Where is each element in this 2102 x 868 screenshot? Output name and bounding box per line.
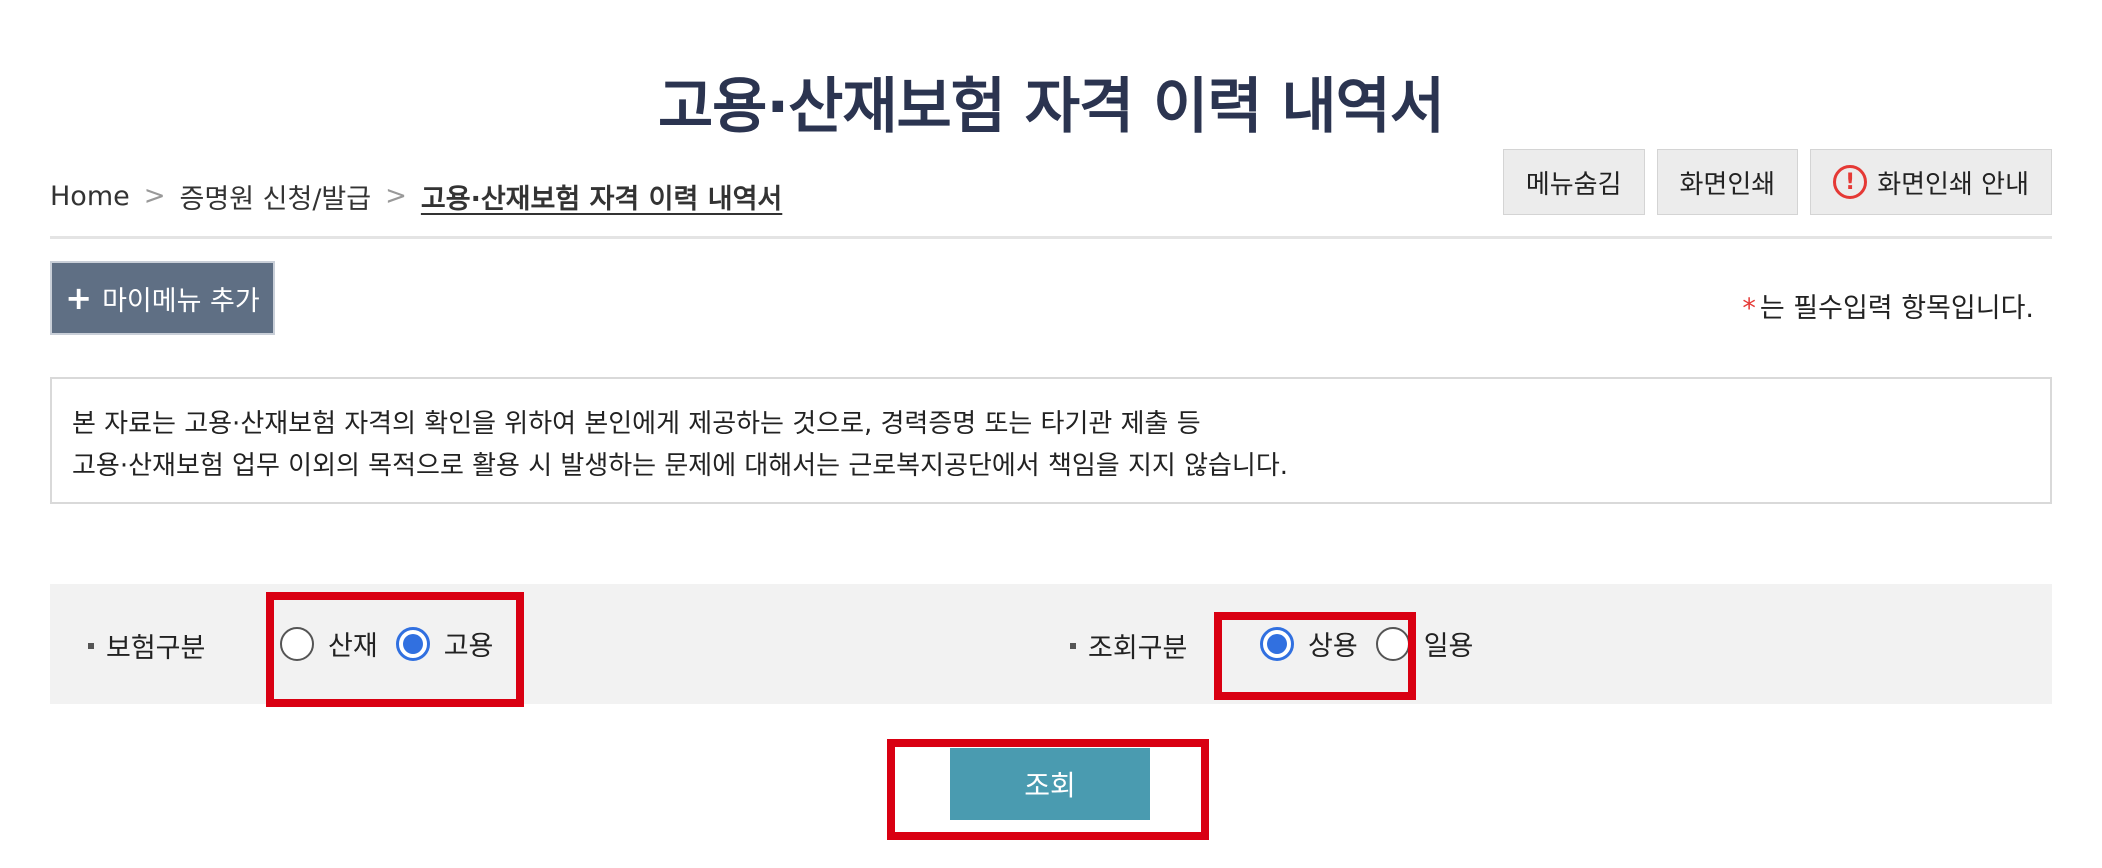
bullet-icon [88, 642, 94, 649]
required-star: * [1742, 293, 1756, 324]
print-screen-button[interactable]: 화면인쇄 [1656, 149, 1799, 215]
search-button[interactable]: 조회 [950, 748, 1150, 820]
insurance-type-label-text: 보험구분 [106, 633, 206, 664]
breadcrumb-current[interactable]: 고용·산재보험 자격 이력 내역서 [421, 177, 782, 216]
required-note-text: 는 필수입력 항목입니다. [1759, 293, 2034, 324]
highlight-box-inquiry-type [1214, 612, 1416, 700]
breadcrumb-home[interactable]: Home [50, 181, 130, 212]
inquiry-type-label: 조회구분 [1070, 626, 1187, 665]
page-title: 고용·산재보험 자격 이력 내역서 [657, 72, 1445, 142]
warning-icon: ! [1833, 165, 1868, 199]
chevron-right-icon: > [385, 181, 407, 211]
print-guide-button[interactable]: ! 화면인쇄 안내 [1810, 149, 2052, 215]
breadcrumb: Home > 증명원 신청/발급 > 고용·산재보험 자격 이력 내역서 [50, 176, 782, 216]
add-my-menu-label: 마이메뉴 추가 [102, 285, 260, 317]
radio-label: 일용 [1423, 631, 1474, 662]
header-divider [50, 236, 2052, 239]
breadcrumb-certificate-issue[interactable]: 증명원 신청/발급 [180, 177, 372, 216]
hide-menu-button[interactable]: 메뉴숨김 [1502, 149, 1645, 215]
highlight-box-insurance-type [266, 592, 524, 707]
plus-icon: + [65, 279, 93, 317]
inquiry-type-label-text: 조회구분 [1088, 633, 1188, 664]
print-guide-label: 화면인쇄 안내 [1877, 169, 2029, 200]
required-note: * 는 필수입력 항목입니다. [1742, 286, 2034, 325]
chevron-right-icon: > [143, 181, 166, 211]
notice-line-1: 본 자료는 고용·산재보험 자격의 확인을 위하여 본인에게 제공하는 것으로,… [72, 409, 1201, 439]
page-toolbar: 메뉴숨김 화면인쇄 ! 화면인쇄 안내 [1502, 149, 2052, 215]
bullet-icon [1070, 642, 1076, 649]
notice-box: 본 자료는 고용·산재보험 자격의 확인을 위하여 본인에게 제공하는 것으로,… [50, 377, 2052, 504]
notice-line-2: 고용·산재보험 업무 이외의 목적으로 활용 시 발생하는 문제에 대해서는 근… [72, 451, 1289, 481]
add-my-menu-button[interactable]: + 마이메뉴 추가 [50, 261, 275, 335]
insurance-type-label: 보험구분 [88, 626, 205, 665]
